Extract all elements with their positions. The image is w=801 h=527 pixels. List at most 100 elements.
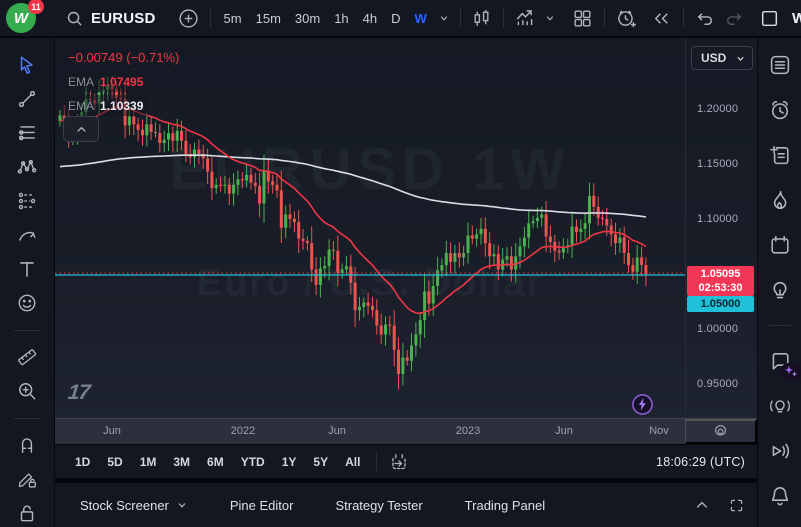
time-tick: Nov	[649, 419, 669, 444]
broker-logo[interactable]: W 11	[6, 3, 40, 33]
magnet-icon[interactable]	[10, 432, 44, 459]
emoji-icon[interactable]	[10, 290, 44, 317]
alert-plus-icon[interactable]	[611, 4, 641, 32]
ema-fast-row[interactable]: EMA 1.07495	[62, 71, 149, 92]
calendar-icon[interactable]	[765, 230, 795, 260]
lock-icon[interactable]	[10, 500, 44, 527]
divider	[503, 8, 504, 28]
projection-icon[interactable]	[10, 187, 44, 214]
gear-icon[interactable]	[685, 419, 757, 444]
brush-icon[interactable]	[10, 221, 44, 248]
compare-plus-icon[interactable]	[174, 4, 204, 32]
zoom-in-icon[interactable]	[10, 378, 44, 405]
replay-icon[interactable]	[647, 4, 677, 32]
panel-item-trading-panel[interactable]: Trading Panel	[444, 483, 566, 527]
fib-retracement-icon[interactable]	[10, 119, 44, 146]
candles-icon[interactable]	[467, 4, 497, 32]
watchlist-icon[interactable]	[765, 50, 795, 80]
bar-countdown: 02:53:30	[687, 281, 754, 295]
trend-line-icon[interactable]	[10, 85, 44, 112]
interval-W[interactable]: W	[408, 6, 434, 31]
last-price-badge: 1.05095 02:53:30	[687, 266, 754, 296]
streams-icon[interactable]	[765, 436, 795, 466]
indicators-icon[interactable]	[510, 4, 540, 32]
price-axis[interactable]: USD 1.200001.150001.100001.000000.95000 …	[685, 38, 757, 418]
panel-chevron-up-icon[interactable]	[685, 488, 719, 522]
range-6M[interactable]: 6M	[199, 450, 232, 474]
divider	[769, 325, 791, 326]
interval-30m[interactable]: 30m	[288, 6, 327, 31]
chart-style-chevron-down-icon[interactable]	[540, 5, 560, 31]
range-3M[interactable]: 3M	[165, 450, 198, 474]
hotlist-flame-icon[interactable]	[765, 185, 795, 215]
interval-1h[interactable]: 1h	[327, 6, 355, 31]
drawing-lock-icon[interactable]	[10, 466, 44, 493]
chevron-down-icon	[176, 499, 188, 511]
interval-chevron-down-icon[interactable]	[434, 5, 454, 31]
bottom-panel-bar: Stock ScreenerPine EditorStrategy Tester…	[55, 483, 757, 527]
right-toolbar	[757, 38, 801, 527]
interval-buttons: 5m15m30m1h4hDW	[217, 6, 434, 31]
panel-items: Stock ScreenerPine EditorStrategy Tester…	[59, 483, 566, 527]
xabcd-pattern-icon[interactable]	[10, 153, 44, 180]
interval-4h[interactable]: 4h	[356, 6, 384, 31]
lightning-icon[interactable]	[631, 393, 654, 416]
divider	[14, 330, 40, 331]
notifications-bell-icon[interactable]	[765, 481, 795, 511]
divider	[683, 8, 684, 28]
alert-clock-icon[interactable]	[765, 95, 795, 125]
currency-select[interactable]: USD	[691, 46, 753, 70]
divider	[460, 8, 461, 28]
fullscreen-square-icon[interactable]	[754, 4, 784, 32]
ideas-bulb-icon[interactable]	[765, 275, 795, 305]
session-clock[interactable]: 18:06:29 (UTC)	[656, 455, 745, 469]
divider	[376, 453, 377, 471]
chat-sparkles-icon[interactable]	[765, 346, 795, 376]
goto-date-icon[interactable]	[385, 448, 413, 476]
price-tick: 1.15000	[697, 158, 738, 170]
collapse-chevron-icon[interactable]	[63, 116, 99, 142]
ema-fast-value: 1.07495	[100, 75, 143, 89]
panel-item-stock-screener[interactable]: Stock Screener	[59, 483, 209, 527]
ema-slow-row[interactable]: EMA 1.10339	[62, 95, 149, 116]
chart-legend: −0.00749 (−0.71%) EMA 1.07495 EMA 1.1033…	[62, 47, 185, 119]
interval-D[interactable]: D	[384, 6, 407, 31]
divider	[210, 8, 211, 28]
notes-icon[interactable]	[765, 140, 795, 170]
price-tick: 1.10000	[697, 213, 738, 225]
undo-icon[interactable]	[690, 4, 720, 32]
time-tick: Jun	[103, 419, 121, 444]
range-YTD[interactable]: YTD	[233, 450, 273, 474]
time-tick: Jun	[555, 419, 573, 444]
range-All[interactable]: All	[337, 450, 368, 474]
layout-grid-icon[interactable]	[568, 4, 598, 32]
ema-slow-value: 1.10339	[100, 99, 143, 113]
time-axis[interactable]: Jun2022Jun2023JunNov	[55, 418, 757, 444]
range-5D[interactable]: 5D	[99, 450, 130, 474]
range-5Y[interactable]: 5Y	[305, 450, 336, 474]
maximize-icon[interactable]	[719, 488, 753, 522]
ai-sparkles-icon	[780, 363, 801, 381]
chart-pane[interactable]: EURUSD 1W Euro / U.S. Dollar −0.00749 (−…	[55, 38, 685, 418]
clipped-edge-glyph: W	[792, 10, 801, 27]
panel-item-strategy-tester[interactable]: Strategy Tester	[314, 483, 443, 527]
cursor-icon[interactable]	[10, 51, 44, 78]
panel-item-pine-editor[interactable]: Pine Editor	[209, 483, 315, 527]
redo-icon[interactable]	[720, 4, 750, 32]
last-price: 1.05095	[687, 267, 754, 281]
range-1D[interactable]: 1D	[67, 450, 98, 474]
ruler-icon[interactable]	[10, 344, 44, 371]
price-change: −0.00749 (−0.71%)	[68, 50, 179, 65]
range-1Y[interactable]: 1Y	[274, 450, 305, 474]
range-1M[interactable]: 1M	[132, 450, 165, 474]
live-ideas-icon[interactable]	[765, 391, 795, 421]
interval-5m[interactable]: 5m	[217, 6, 249, 31]
interval-15m[interactable]: 15m	[249, 6, 288, 31]
range-buttons: 1D5D1M3M6MYTD1Y5YAll	[67, 450, 368, 474]
text-icon[interactable]	[10, 255, 44, 282]
divider	[604, 8, 605, 28]
tradingview-logo[interactable]: 17	[67, 381, 91, 405]
symbol-search-button[interactable]: EURUSD	[56, 2, 164, 34]
level-price-badge: 1.05000	[687, 296, 754, 312]
ema-slow-line	[60, 155, 646, 217]
